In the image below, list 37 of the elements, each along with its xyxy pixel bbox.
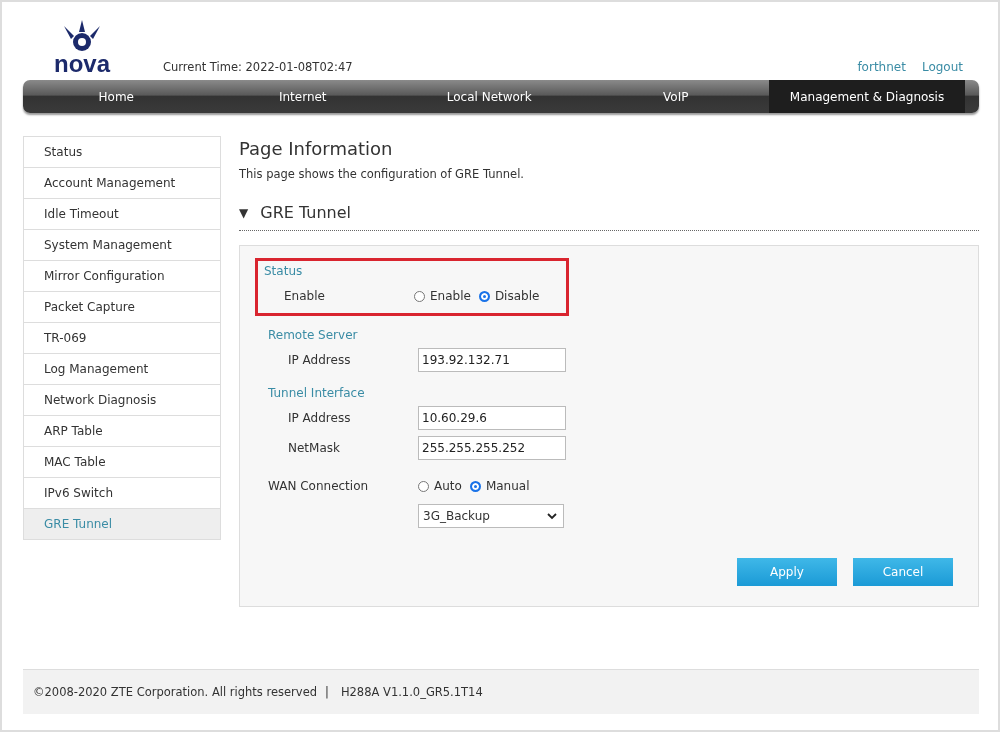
logo-text: nova [54,52,110,76]
nav-tab[interactable]: Management & Diagnosis [769,80,965,113]
collapse-toggle[interactable]: ▼ [239,205,249,220]
header-link[interactable]: Logout [921,60,963,74]
section-title: GRE Tunnel [260,203,351,222]
current-time: Current Time: 2022-01-08T02:47 [163,60,353,76]
radio-option[interactable]: Enable [414,289,471,303]
nav-tab[interactable]: Home [23,80,210,113]
group-heading: Tunnel Interface [268,385,366,402]
radio-icon[interactable] [414,290,425,302]
nav-tab[interactable]: Internet [209,80,396,113]
field-label: IP Address [288,411,351,425]
nav-tab[interactable]: VoIP [582,80,769,113]
radio-icon[interactable] [478,290,490,302]
chevron-down-icon [547,512,557,520]
nav-tab[interactable]: Local Network [396,80,583,113]
radio-option[interactable]: Auto [418,479,462,493]
page-description: This page shows the configuration of GRE Tunnel. [239,167,525,181]
separator-text: | [325,685,329,699]
page-title: Page Information [239,138,394,159]
field-label: WAN Connection [268,479,369,493]
field-label: Enable [284,289,325,303]
radio-icon[interactable] [418,480,429,492]
input-field[interactable]: 193.92.132.71 [418,348,566,372]
radio-option[interactable]: Manual [469,479,530,493]
input-field[interactable]: 10.60.29.6 [418,406,566,430]
radio-icon[interactable] [469,480,481,492]
group-heading: Status [264,263,304,280]
dropdown[interactable]: 3G_Backup [418,504,564,528]
header-link[interactable]: forthnet [857,60,906,74]
input-field[interactable]: 255.255.255.252 [418,436,566,460]
radio-option[interactable]: Disable [478,289,540,303]
version-text: H288A V1.1.0_GR5.1T14 [340,685,483,699]
copyright-text: ©2008-2020 ZTE Corporation. All rights reserved [33,685,317,699]
field-label: NetMask [288,441,340,455]
field-label: IP Address [288,353,351,367]
group-heading: Remote Server [268,327,359,344]
